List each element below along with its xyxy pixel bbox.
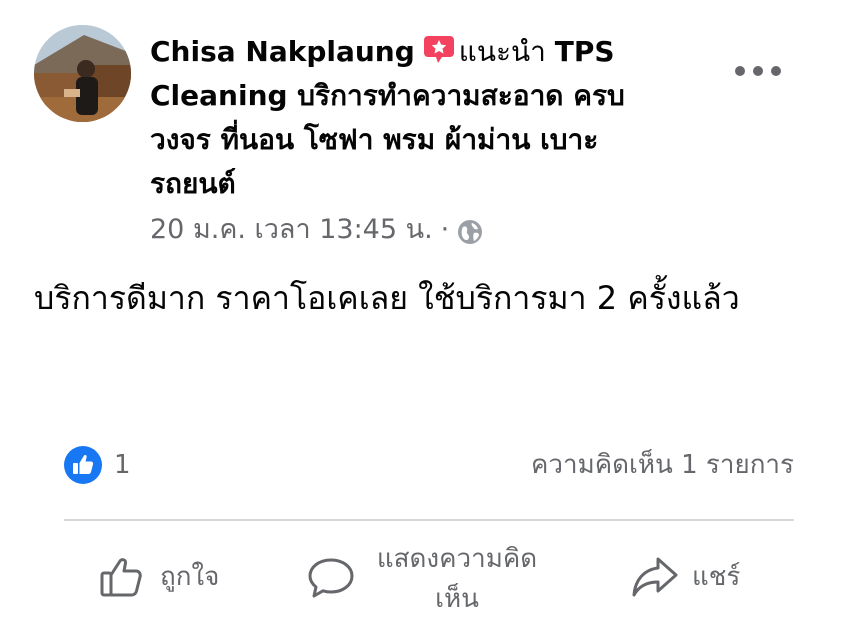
more-options-icon[interactable] bbox=[735, 58, 781, 84]
share-label: แชร์ bbox=[692, 561, 741, 592]
comment-bubble-icon bbox=[306, 554, 356, 604]
share-arrow-icon bbox=[630, 551, 680, 601]
review-post: Chisa Nakplaung แนะนำ TPS Cleaning บริการ… bbox=[0, 0, 858, 623]
post-meta: 20 ม.ค. เวลา 13:45 น. · bbox=[150, 210, 483, 250]
like-label: ถูกใจ bbox=[160, 561, 220, 592]
meta-separator: · bbox=[440, 214, 450, 245]
recommend-star-icon bbox=[423, 33, 455, 63]
reaction-summary[interactable]: 1 bbox=[64, 446, 131, 484]
divider bbox=[64, 519, 794, 521]
comment-count[interactable]: ความคิดเห็น 1 รายการ bbox=[531, 446, 794, 484]
like-reaction-icon bbox=[64, 446, 102, 484]
share-button[interactable]: แชร์ bbox=[630, 551, 740, 601]
avatar[interactable] bbox=[34, 25, 131, 122]
recommends-text: แนะนำ bbox=[458, 35, 546, 68]
post-text: บริการดีมาก ราคาโอเคเลย ใช้บริการมา 2 คร… bbox=[34, 279, 740, 317]
globe-icon bbox=[457, 217, 483, 244]
action-bar: ถูกใจ แสดงความคิดเห็น แชร์ bbox=[0, 535, 858, 623]
timestamp[interactable]: 20 ม.ค. เวลา 13:45 น. bbox=[150, 210, 433, 250]
like-count: 1 bbox=[114, 450, 131, 480]
thumbs-up-icon bbox=[98, 551, 148, 601]
comment-button[interactable]: แสดงความคิดเห็น bbox=[306, 539, 546, 619]
post-header: Chisa Nakplaung แนะนำ TPS Cleaning บริการ… bbox=[150, 30, 650, 206]
like-button[interactable]: ถูกใจ bbox=[98, 551, 219, 601]
author-name[interactable]: Chisa Nakplaung bbox=[150, 35, 415, 68]
comment-label: แสดงความคิดเห็น bbox=[376, 544, 538, 614]
